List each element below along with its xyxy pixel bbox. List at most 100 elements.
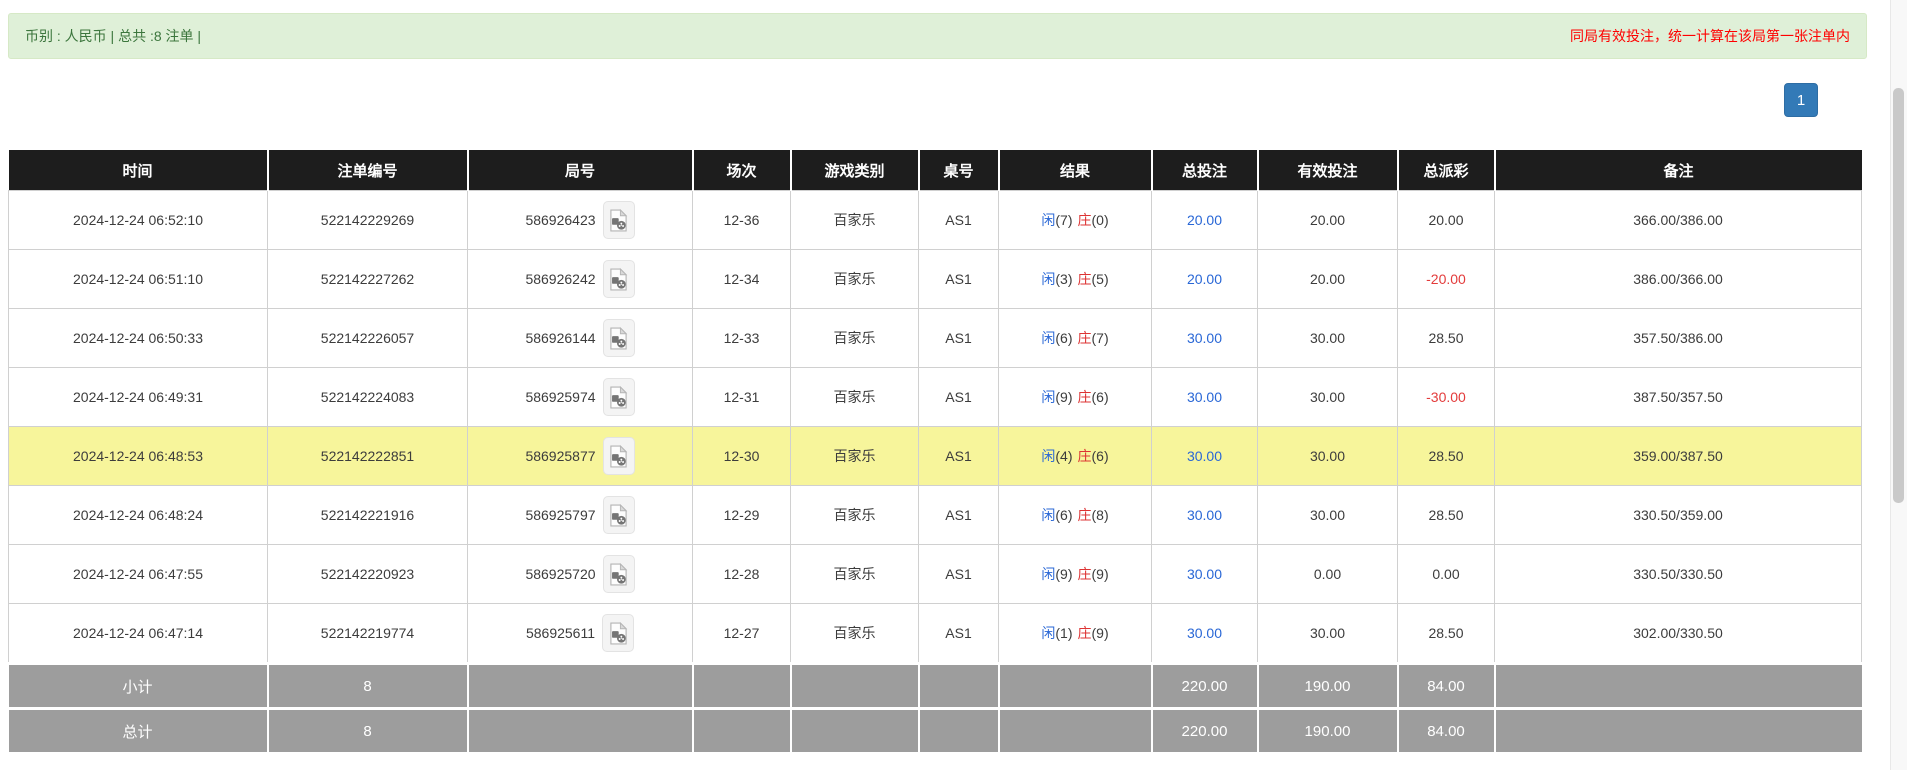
summary-count: 8 xyxy=(268,709,468,753)
cell-total-bet: 20.00 xyxy=(1152,250,1258,309)
cell-table-no: AS1 xyxy=(919,309,999,368)
player-result-value: (7) xyxy=(1055,212,1072,228)
player-result-value: (9) xyxy=(1055,566,1072,582)
video-replay-button[interactable] xyxy=(603,378,635,416)
table-row: 2024-12-24 06:47:55 522142220923 5869257… xyxy=(9,545,1862,604)
table-row: 2024-12-24 06:52:10 522142229269 5869264… xyxy=(9,191,1862,250)
round-number: 586926242 xyxy=(525,271,595,287)
round-number: 586925611 xyxy=(526,625,595,641)
banker-result-label: 庄 xyxy=(1078,448,1092,464)
video-replay-button[interactable] xyxy=(603,496,635,534)
cell-note: 366.00/386.00 xyxy=(1495,191,1862,250)
pagination-page-1[interactable]: 1 xyxy=(1784,83,1818,117)
player-result-value: (6) xyxy=(1055,507,1072,523)
cell-payout: 28.50 xyxy=(1398,309,1495,368)
cell-valid-bet: 30.00 xyxy=(1258,486,1398,545)
cell-table-no: AS1 xyxy=(919,191,999,250)
video-replay-button[interactable] xyxy=(603,201,635,239)
cell-payout: 28.50 xyxy=(1398,486,1495,545)
cell-table-no: AS1 xyxy=(919,545,999,604)
table-row: 2024-12-24 06:47:14 522142219774 5869256… xyxy=(9,604,1862,664)
video-replay-button[interactable] xyxy=(603,260,635,298)
cell-payout: -30.00 xyxy=(1398,368,1495,427)
header-bet-id: 注单编号 xyxy=(268,150,468,191)
cell-total-bet: 30.00 xyxy=(1152,309,1258,368)
total-bet-link[interactable]: 30.00 xyxy=(1187,625,1222,641)
cell-note: 330.50/359.00 xyxy=(1495,486,1862,545)
summary-label: 总计 xyxy=(9,709,268,753)
video-replay-button[interactable] xyxy=(603,555,635,593)
video-replay-button[interactable] xyxy=(603,319,635,357)
video-replay-button[interactable] xyxy=(602,614,634,652)
cell-time: 2024-12-24 06:51:10 xyxy=(9,250,268,309)
video-replay-button[interactable] xyxy=(603,437,635,475)
summary-banner: 币别 : 人民币 | 总共 :8 注单 | 同局有效投注，统一计算在该局第一张注… xyxy=(8,13,1867,59)
cell-game-type: 百家乐 xyxy=(791,604,919,664)
summary-valid-bet: 190.00 xyxy=(1258,709,1398,753)
header-session: 场次 xyxy=(693,150,791,191)
film-document-icon xyxy=(609,622,628,645)
total-bet-link[interactable]: 20.00 xyxy=(1187,271,1222,287)
summary-total-bet: 220.00 xyxy=(1152,709,1258,753)
round-number: 586925797 xyxy=(525,507,595,523)
film-document-icon xyxy=(609,445,628,468)
banker-result-value: (5) xyxy=(1092,271,1109,287)
currency-summary-text: 币别 : 人民币 | 总共 :8 注单 | xyxy=(25,26,201,46)
player-result-label: 闲 xyxy=(1041,271,1055,287)
cell-payout: 20.00 xyxy=(1398,191,1495,250)
header-result: 结果 xyxy=(999,150,1152,191)
cell-total-bet: 30.00 xyxy=(1152,604,1258,664)
cell-bet-id: 522142229269 xyxy=(268,191,468,250)
vertical-scrollbar[interactable] xyxy=(1890,0,1907,770)
scrollbar-thumb[interactable] xyxy=(1893,88,1904,503)
total-bet-link[interactable]: 30.00 xyxy=(1187,448,1222,464)
cell-note: 386.00/366.00 xyxy=(1495,250,1862,309)
cell-note: 387.50/357.50 xyxy=(1495,368,1862,427)
banker-result-label: 庄 xyxy=(1078,212,1092,228)
round-number: 586925720 xyxy=(525,566,595,582)
total-bet-link[interactable]: 30.00 xyxy=(1187,330,1222,346)
cell-note: 359.00/387.50 xyxy=(1495,427,1862,486)
film-document-icon xyxy=(609,209,628,232)
total-bet-link[interactable]: 30.00 xyxy=(1187,566,1222,582)
table-row: 2024-12-24 06:50:33 522142226057 5869261… xyxy=(9,309,1862,368)
cell-session: 12-34 xyxy=(693,250,791,309)
cell-time: 2024-12-24 06:47:55 xyxy=(9,545,268,604)
total-bet-link[interactable]: 20.00 xyxy=(1187,212,1222,228)
cell-valid-bet: 30.00 xyxy=(1258,604,1398,664)
film-document-icon xyxy=(609,563,628,586)
round-number: 586926423 xyxy=(525,212,595,228)
cell-session: 12-27 xyxy=(693,604,791,664)
cell-session: 12-28 xyxy=(693,545,791,604)
table-row: 2024-12-24 06:48:53 522142222851 5869258… xyxy=(9,427,1862,486)
cell-result: 闲(9)庄(9) xyxy=(999,545,1152,604)
header-game-type: 游戏类别 xyxy=(791,150,919,191)
cell-game-type: 百家乐 xyxy=(791,250,919,309)
cell-note: 357.50/386.00 xyxy=(1495,309,1862,368)
cell-session: 12-33 xyxy=(693,309,791,368)
film-document-icon xyxy=(609,268,628,291)
cell-time: 2024-12-24 06:48:53 xyxy=(9,427,268,486)
film-document-icon xyxy=(609,504,628,527)
banker-result-value: (9) xyxy=(1092,566,1109,582)
cell-table-no: AS1 xyxy=(919,486,999,545)
cell-time: 2024-12-24 06:49:31 xyxy=(9,368,268,427)
table-row: 2024-12-24 06:48:24 522142221916 5869257… xyxy=(9,486,1862,545)
summary-total-bet: 220.00 xyxy=(1152,664,1258,709)
cell-game-type: 百家乐 xyxy=(791,486,919,545)
header-table-no: 桌号 xyxy=(919,150,999,191)
cell-valid-bet: 0.00 xyxy=(1258,545,1398,604)
cell-payout: -20.00 xyxy=(1398,250,1495,309)
player-result-label: 闲 xyxy=(1041,330,1055,346)
total-bet-link[interactable]: 30.00 xyxy=(1187,389,1222,405)
cell-total-bet: 30.00 xyxy=(1152,368,1258,427)
total-bet-link[interactable]: 30.00 xyxy=(1187,507,1222,523)
film-document-icon xyxy=(609,327,628,350)
header-valid-bet: 有效投注 xyxy=(1258,150,1398,191)
banker-result-label: 庄 xyxy=(1078,625,1092,641)
cell-total-bet: 30.00 xyxy=(1152,427,1258,486)
cell-time: 2024-12-24 06:48:24 xyxy=(9,486,268,545)
cell-round: 586926242 xyxy=(468,250,693,309)
round-number: 586925877 xyxy=(525,448,595,464)
summary-count: 8 xyxy=(268,664,468,709)
